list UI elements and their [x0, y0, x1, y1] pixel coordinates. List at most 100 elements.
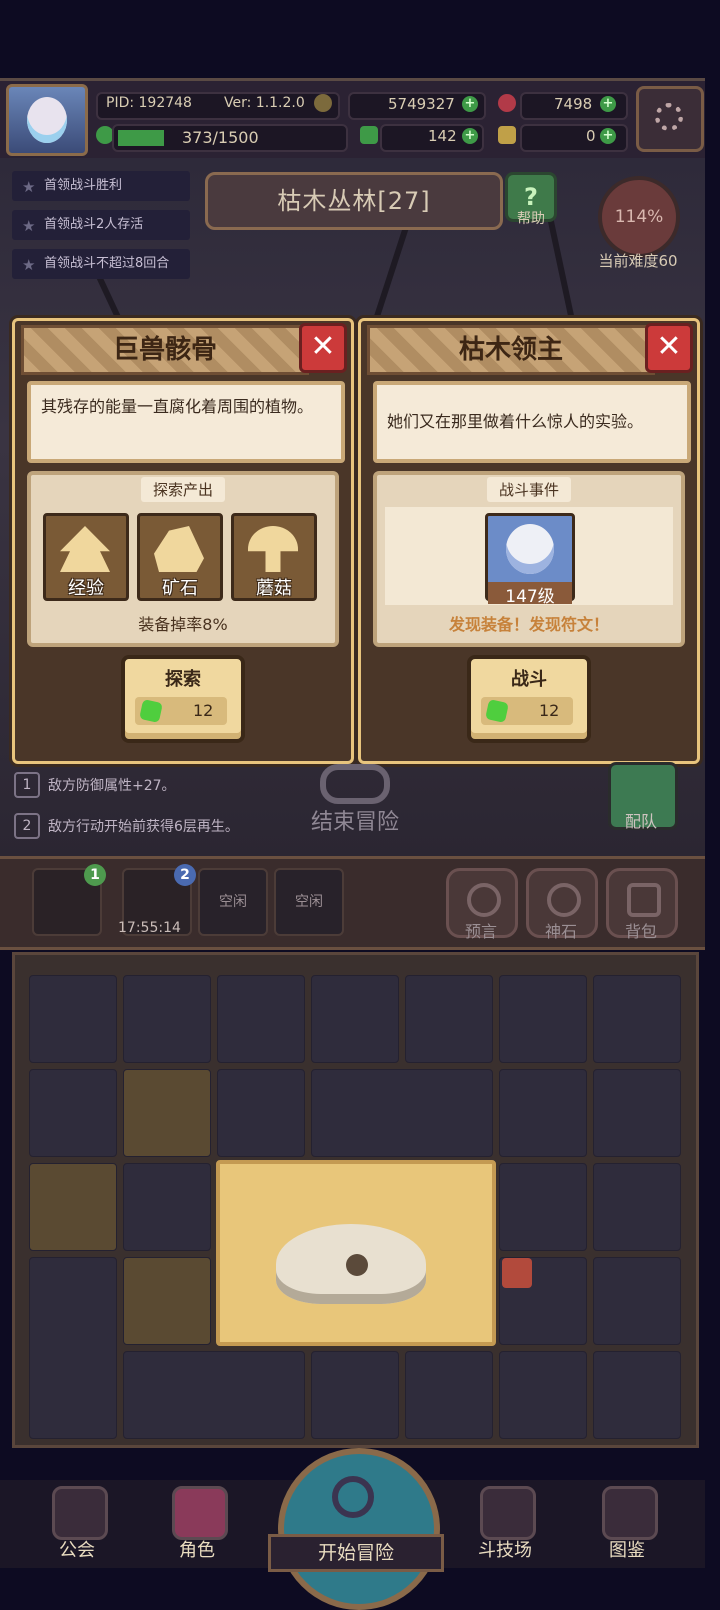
map-tile[interactable] [217, 975, 305, 1063]
return-icon [320, 764, 390, 804]
difficulty-gauge[interactable]: 114% [598, 176, 680, 258]
map-tile[interactable] [499, 1351, 587, 1439]
start-dome [278, 1448, 440, 1610]
nav-label: 公会 [59, 1540, 95, 1561]
explore-output-panel: 探索产出 经验 矿石 蘑菇 装备掉率8% [27, 471, 339, 647]
map-tile[interactable] [593, 1069, 681, 1157]
tool-label: 神石 [544, 922, 577, 941]
explore-button-label: 探索 [165, 669, 201, 690]
danger-marker-icon[interactable] [502, 1258, 532, 1288]
ore-icon [154, 526, 204, 572]
cost-value: 12 [539, 701, 560, 720]
panel-title: 战斗事件 [486, 477, 572, 502]
red-gem-value: 7498 [554, 95, 593, 113]
gold-value: 5749327 [388, 95, 455, 113]
map-tile[interactable] [123, 1163, 211, 1251]
player-avatar[interactable] [6, 84, 88, 156]
team-label: 配队 [624, 812, 657, 831]
battle-button[interactable]: 战斗 12 [467, 655, 591, 743]
enemy-buff: 1 敌方防御属性+27。 [14, 771, 176, 801]
explore-button[interactable]: 探索 12 [121, 655, 245, 743]
key-value: 0 [586, 127, 596, 145]
map-tile[interactable] [311, 975, 399, 1063]
add-red-gem-icon[interactable]: + [600, 96, 616, 112]
map-tile[interactable] [499, 975, 587, 1063]
boss-level: 147级 [488, 582, 572, 607]
add-key-icon[interactable]: + [600, 128, 616, 144]
explore-card: 巨兽骸骨 ✕ 其残存的能量一直腐化着周围的植物。 探索产出 经验 矿石 蘑菇 装… [12, 318, 354, 764]
map-tile[interactable] [593, 1257, 681, 1345]
star-icon: ★ [22, 217, 36, 235]
nav-label: 斗技场 [478, 1540, 532, 1561]
map-tile[interactable] [499, 1163, 587, 1251]
nav-label: 开始冒险 [268, 1534, 444, 1572]
nav-guild[interactable]: 公会 [32, 1484, 122, 1564]
level-banner: 枯木丛林[27] [205, 172, 503, 230]
map-tile[interactable] [593, 1351, 681, 1439]
map-tile[interactable] [29, 1257, 117, 1439]
close-icon[interactable]: ✕ [645, 323, 693, 373]
end-adventure-button[interactable]: 结束冒险 [300, 760, 410, 840]
battle-findings: 发现装备！发现符文！ [448, 615, 609, 634]
coin-icon [314, 94, 332, 112]
gem-icon [485, 699, 509, 723]
key-icon [498, 126, 516, 144]
character-icon [172, 1486, 228, 1540]
buff-number: 1 [14, 772, 40, 798]
slot-timer: 17:55:14 [118, 920, 181, 936]
map-tile[interactable] [29, 1069, 117, 1157]
version-text: Ver: 1.1.2.0 [224, 95, 305, 111]
map-tile[interactable] [405, 1351, 493, 1439]
buff-text: 敌方防御属性+27。 [48, 778, 176, 794]
resource-exp: 经验 [43, 513, 129, 601]
stone-icon [547, 883, 581, 917]
nav-arena[interactable]: 斗技场 [460, 1484, 550, 1564]
quest-label: 首领战斗不超过8回合 [44, 256, 170, 271]
add-clover-icon[interactable]: + [462, 128, 478, 144]
add-gold-icon[interactable]: + [462, 96, 478, 112]
exp-icon [60, 526, 110, 572]
map-tile[interactable] [123, 1351, 305, 1439]
map-tile[interactable] [29, 975, 117, 1063]
map-tile[interactable] [123, 1257, 211, 1345]
panel-title: 探索产出 [140, 477, 226, 502]
backpack-icon [627, 883, 661, 917]
resource-ore: 矿石 [137, 513, 223, 601]
map-tile[interactable] [405, 975, 493, 1063]
nav-character[interactable]: 角色 [152, 1484, 242, 1564]
prophecy-icon [467, 883, 501, 917]
explore-description: 其残存的能量一直腐化着周围的植物。 [27, 381, 345, 463]
beast-bones-tile[interactable] [216, 1160, 496, 1346]
empty-slot[interactable]: 空闲 [274, 868, 344, 936]
map-tile[interactable] [29, 1163, 117, 1251]
boss-avatar [506, 524, 554, 574]
end-adventure-label: 结束冒险 [310, 810, 399, 835]
map-tile[interactable] [217, 1069, 305, 1157]
map-tile[interactable] [593, 975, 681, 1063]
tool-label: 预言 [464, 922, 497, 941]
map-tile[interactable] [311, 1069, 493, 1157]
empty-slot[interactable]: 空闲 [198, 868, 268, 936]
star-icon: ★ [22, 178, 36, 196]
map-tile[interactable] [499, 1069, 587, 1157]
battle-description: 她们又在那里做着什么惊人的实验。 [373, 381, 691, 463]
battle-card-title: 枯木领主 [367, 325, 655, 375]
resource-mushroom: 蘑菇 [231, 513, 317, 601]
close-icon[interactable]: ✕ [299, 323, 347, 373]
map-tile[interactable] [123, 975, 211, 1063]
buff-number: 2 [14, 813, 40, 839]
quest-label: 首领战斗胜利 [44, 178, 123, 193]
map-tile[interactable] [311, 1351, 399, 1439]
start-adventure-button[interactable]: 开始冒险 [268, 1448, 444, 1610]
slot-badge: 1 [84, 864, 106, 886]
map-tile[interactable] [123, 1069, 211, 1157]
skull-icon [276, 1224, 426, 1304]
settings-button[interactable] [636, 86, 704, 152]
boss-portrait[interactable]: 147级 [485, 513, 575, 607]
nav-codex[interactable]: 图鉴 [582, 1484, 672, 1564]
party-slot[interactable]: 1 [32, 864, 106, 936]
map-tile[interactable] [593, 1163, 681, 1251]
resource-label: 蘑菇 [256, 578, 292, 599]
clover-value: 142 [428, 127, 457, 145]
quest-item: ★ 首领战斗胜利 [12, 171, 190, 201]
